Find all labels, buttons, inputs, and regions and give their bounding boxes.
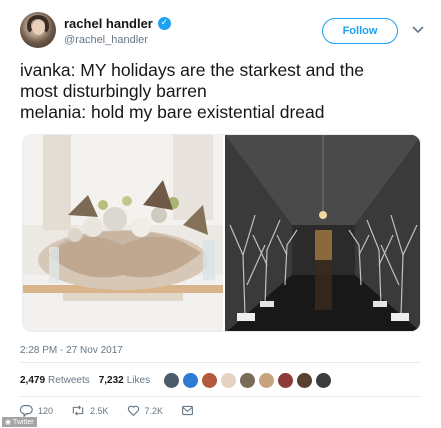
likers-avatars <box>163 371 333 389</box>
retweet-icon <box>72 405 84 416</box>
message-button[interactable] <box>181 404 194 417</box>
likes-count[interactable]: 7,232 <box>99 375 124 386</box>
liker-avatar[interactable] <box>239 371 257 389</box>
heart-icon <box>127 405 139 417</box>
verified-badge-icon: ✓ <box>157 17 171 30</box>
chevron-down-icon[interactable] <box>410 21 426 37</box>
divider <box>20 362 421 363</box>
liker-avatar[interactable] <box>163 371 181 389</box>
liker-avatar[interactable] <box>182 371 200 389</box>
tweet-text: ivanka: MY holidays are the starkest and… <box>20 60 425 123</box>
tweet-actions: 120 2.5K 7.2K <box>20 404 212 417</box>
like-count: 7.2K <box>144 405 164 416</box>
liker-avatar[interactable] <box>201 371 219 389</box>
retweet-button[interactable]: 2.5K <box>71 404 109 417</box>
retweets-label[interactable]: Retweets <box>48 375 90 386</box>
tweet-media[interactable] <box>22 134 421 332</box>
liker-avatar[interactable] <box>315 371 333 389</box>
like-button[interactable]: 7.2K <box>127 404 164 417</box>
white-branches-hallway-photo[interactable] <box>225 135 421 332</box>
liker-avatar[interactable] <box>258 371 276 389</box>
author-name[interactable]: rachel handler <box>64 16 153 31</box>
reply-count: 120 <box>38 405 54 416</box>
holiday-centerpiece-photo[interactable] <box>23 135 223 332</box>
liker-avatar[interactable] <box>277 371 295 389</box>
reply-icon <box>20 405 33 417</box>
follow-button[interactable]: Follow <box>322 18 398 44</box>
tweet-text-line: ivanka: MY holidays are the starkest and… <box>20 60 365 80</box>
liker-avatar[interactable] <box>220 371 238 389</box>
avatar-face <box>32 20 45 35</box>
reply-button[interactable]: 120 <box>20 404 53 417</box>
tweet-text-line: most disturbingly barren <box>20 81 207 101</box>
direct-message-icon <box>182 405 194 416</box>
divider <box>20 396 421 397</box>
avatar[interactable] <box>20 12 56 48</box>
watermark-logo: ◉ Twitter <box>2 417 37 427</box>
likes-label[interactable]: Likes <box>127 375 150 386</box>
author-name-row: rachel handler ✓ <box>64 16 171 31</box>
tweet-timestamp[interactable]: 2:28 PM - 27 Nov 2017 <box>20 345 123 356</box>
tweet-text-line: melania: hold my bare existential dread <box>20 102 325 122</box>
tweet-header: rachel handler ✓ @rachel_handler Follow <box>20 12 425 52</box>
retweet-count: 2.5K <box>90 405 109 416</box>
retweets-count[interactable]: 2,479 <box>20 375 45 386</box>
liker-avatar[interactable] <box>296 371 314 389</box>
author-handle[interactable]: @rachel_handler <box>64 34 148 46</box>
tweet-stats: 2,479 Retweets 7,232 Likes <box>20 368 333 392</box>
